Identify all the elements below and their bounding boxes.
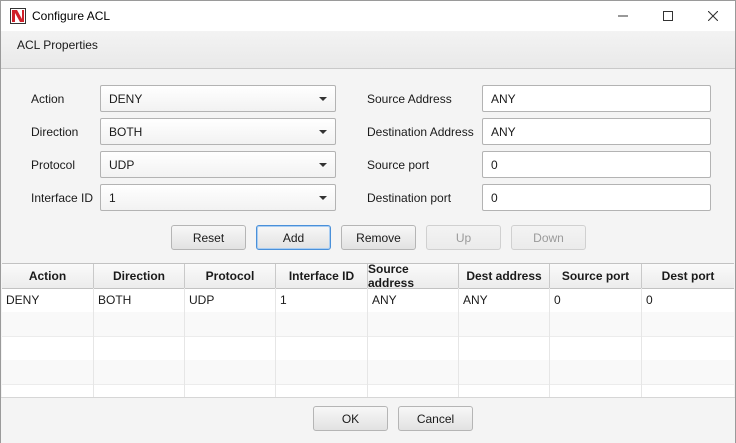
empty-cell [642,360,734,384]
source-address-label: Source Address [367,92,452,106]
column-header-dest-address[interactable]: Dest address [459,264,550,288]
window-title: Configure ACL [32,9,111,23]
cancel-button[interactable]: Cancel [398,406,473,431]
cell-dest-port: 0 [646,293,653,307]
close-button[interactable] [690,1,735,31]
table-header: Action Direction Protocol Interface ID S… [2,264,734,290]
empty-cell [550,384,642,398]
direction-value: BOTH [109,125,143,139]
table-row-empty [2,384,734,398]
source-port-label: Source port [367,158,430,172]
title-bar: Configure ACL [1,1,735,31]
configure-acl-dialog: Configure ACL ACL Properties Action DENY… [0,0,736,443]
column-header-dest-port[interactable]: Dest port [642,264,734,288]
minimize-button[interactable] [600,1,645,31]
empty-cell [459,360,550,384]
ok-button[interactable]: OK [313,406,388,431]
chevron-down-icon [319,97,327,101]
empty-cell [185,312,276,336]
empty-cell [94,312,185,336]
maximize-button[interactable] [645,1,690,31]
action-select[interactable]: DENY [100,85,336,112]
close-icon [707,11,718,21]
app-logo-icon [10,8,26,24]
destination-port-input[interactable] [482,184,711,211]
empty-cell [185,336,276,360]
table-row[interactable]: DENY BOTH UDP 1 ANY ANY 0 0 [2,288,734,313]
empty-cell [276,336,368,360]
column-header-action[interactable]: Action [2,264,94,288]
empty-cell [550,360,642,384]
interface-id-value: 1 [109,191,116,205]
empty-cell [550,312,642,336]
empty-cell [642,312,734,336]
empty-cell [368,336,459,360]
empty-cell [94,384,185,398]
column-header-interface-id[interactable]: Interface ID [276,264,368,288]
down-button[interactable]: Down [511,225,586,250]
empty-cell [94,336,185,360]
destination-address-input[interactable] [482,118,711,145]
reset-button[interactable]: Reset [171,225,246,250]
chevron-down-icon [319,163,327,167]
column-header-protocol[interactable]: Protocol [185,264,276,288]
header-label: ACL Properties [17,38,98,52]
cell-source-port: 0 [550,288,642,312]
destination-port-label: Destination port [367,191,452,205]
empty-cell [642,384,734,398]
remove-button[interactable]: Remove [341,225,416,250]
empty-cell [642,336,734,360]
column-header-direction[interactable]: Direction [94,264,185,288]
empty-cell [459,336,550,360]
empty-cell [276,312,368,336]
empty-cell [185,360,276,384]
protocol-value: UDP [109,158,135,172]
source-port-input[interactable] [482,151,711,178]
empty-cell [459,312,550,336]
empty-cell [368,312,459,336]
column-header-source-address[interactable]: Source address [368,264,459,290]
cell-dest-address: ANY [459,288,550,312]
empty-cell [550,336,642,360]
acl-table[interactable]: Action Direction Protocol Interface ID S… [2,263,734,398]
action-label: Action [31,92,65,106]
direction-label: Direction [31,125,79,139]
table-row-empty [2,360,734,385]
empty-cell [276,360,368,384]
empty-cell [368,384,459,398]
up-button[interactable]: Up [426,225,501,250]
minimize-icon [617,15,628,17]
column-header-source-port[interactable]: Source port [550,264,642,288]
empty-cell [2,384,94,398]
protocol-select[interactable]: UDP [100,151,336,178]
cell-action: DENY [2,288,94,312]
empty-cell [185,384,276,398]
chevron-down-icon [319,196,327,200]
maximize-icon [662,11,673,21]
interface-id-label: Interface ID [31,191,94,205]
empty-cell [2,360,94,384]
add-button[interactable]: Add [256,225,331,250]
dialog-footer: OK Cancel [1,397,735,443]
table-row-empty [2,312,734,337]
empty-cell [276,384,368,398]
protocol-label: Protocol [31,158,76,172]
empty-cell [94,360,185,384]
interface-id-select[interactable]: 1 [100,184,336,211]
empty-cell [2,336,94,360]
empty-cell [368,360,459,384]
cell-interface-id: 1 [276,288,368,312]
chevron-down-icon [319,130,327,134]
table-row-empty [2,336,734,361]
cell-direction: BOTH [94,288,185,312]
acl-properties-header: ACL Properties [1,31,735,69]
action-value: DENY [109,92,143,106]
destination-address-label: Destination Address [367,125,474,139]
empty-cell [459,384,550,398]
direction-select[interactable]: BOTH [100,118,336,145]
cell-source-address: ANY [368,288,459,312]
empty-cell [2,312,94,336]
source-address-input[interactable] [482,85,711,112]
cell-protocol: UDP [185,288,276,312]
